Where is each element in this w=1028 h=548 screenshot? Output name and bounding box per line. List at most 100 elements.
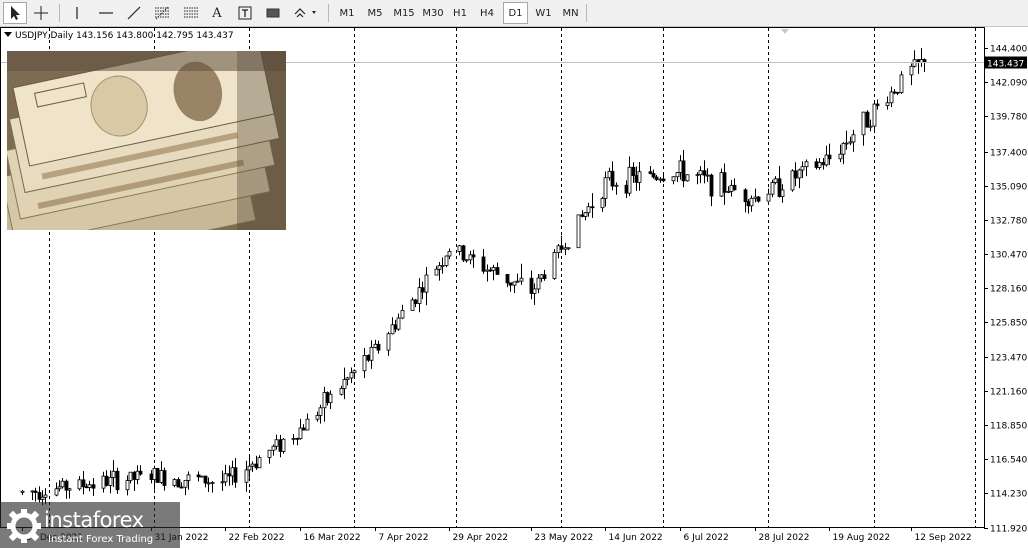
price-chart[interactable]: 144.400 142.090 139.780 137.400 135.090 132.7… [0, 27, 1028, 548]
candle-body [685, 174, 690, 182]
candle-body [892, 91, 897, 94]
date-tick-label: 14 Jun 2022 [609, 533, 663, 543]
candle-body [362, 355, 367, 372]
horizontal-line-icon[interactable] [94, 2, 118, 24]
timeframe-w1-button[interactable]: W1 [531, 2, 556, 24]
candle-body [488, 269, 493, 272]
candle-body [298, 427, 303, 440]
price-tick-label: 128.160 [990, 285, 1027, 295]
candle-body [43, 494, 48, 498]
date-tick-label: 12 Sep 2022 [915, 533, 972, 543]
candle-body [278, 439, 283, 452]
price-tick-label: 111.920 [990, 525, 1027, 535]
text-icon[interactable]: A [206, 2, 228, 24]
trendline-icon[interactable] [122, 2, 146, 24]
candle-body [695, 174, 700, 177]
candle-body [889, 91, 894, 104]
yen-banknotes-image [7, 51, 286, 230]
fibonacci-icon[interactable] [150, 2, 174, 24]
candle-body [84, 486, 89, 489]
candle-body [20, 490, 25, 493]
candle-body [508, 282, 513, 286]
candle-body [743, 189, 748, 203]
text-label-icon[interactable] [234, 2, 256, 24]
timeframe-d1-button[interactable]: D1 [503, 2, 528, 24]
timeframe-m15-button[interactable]: M15 [390, 2, 418, 24]
date-tick-label: 28 Jul 2022 [759, 533, 810, 543]
timeframe-h1-button[interactable]: H1 [448, 2, 472, 24]
candle-body [539, 274, 544, 279]
candle-body [223, 473, 228, 483]
candle-body [77, 479, 82, 490]
candle-body [271, 445, 276, 451]
price-tick-label: 135.090 [990, 183, 1027, 193]
channel-icon[interactable] [179, 2, 203, 24]
timeframe-h4-button[interactable]: H4 [475, 2, 499, 24]
chart-shift-marker-icon [781, 29, 789, 34]
candle-body [91, 484, 96, 489]
candle-body [349, 372, 354, 379]
candle-body [634, 175, 639, 183]
candle-body [152, 468, 157, 480]
timeframe-m5-button[interactable]: M5 [362, 2, 388, 24]
candle-body [386, 333, 391, 351]
candle-body [37, 492, 42, 500]
timeframe-mn-button[interactable]: MN [558, 2, 583, 24]
candle-body [658, 178, 663, 181]
instaforex-watermark: instaforex Instant Forex Trading [0, 502, 180, 548]
toolbar-separator [586, 4, 587, 22]
price-tick-label: 139.780 [990, 113, 1027, 123]
toolbar-separator [328, 4, 329, 22]
candle-body [376, 343, 381, 351]
rectangle-icon[interactable] [262, 2, 284, 24]
toolbar-separator [59, 4, 60, 22]
candle-body [149, 473, 154, 480]
collapse-triangle-icon[interactable] [4, 32, 12, 37]
candle-body [868, 125, 873, 128]
candle-body [705, 174, 710, 177]
vertical-line-icon[interactable] [65, 2, 89, 24]
candle-body [274, 439, 279, 447]
candle-body [322, 392, 327, 409]
candle-body [542, 274, 547, 279]
candle-body [678, 160, 683, 173]
price-tick-label: 123.470 [990, 354, 1027, 364]
candle-body [172, 479, 177, 486]
candle-body [485, 269, 490, 272]
candle-body [60, 480, 65, 488]
price-tick-label: 116.540 [990, 456, 1027, 466]
candle-body [515, 280, 520, 283]
price-tick-label: 118.850 [990, 422, 1027, 432]
candle-body [895, 91, 900, 94]
candle-body [281, 438, 286, 452]
candle-body [291, 437, 296, 440]
candle-body [821, 162, 826, 166]
candle-body [838, 153, 843, 160]
candle-body [848, 141, 853, 144]
candle-body [33, 490, 38, 493]
timeframe-m1-button[interactable]: M1 [334, 2, 360, 24]
candle-body [756, 196, 761, 202]
arrows-icon[interactable] [290, 2, 322, 24]
candle-body [790, 170, 795, 191]
candle-body [247, 465, 252, 471]
candle-body [563, 247, 568, 250]
candle-body [824, 154, 829, 166]
candle-body [729, 184, 734, 192]
candle-body [301, 427, 306, 431]
candle-body [203, 475, 208, 484]
timeframe-m30-button[interactable]: M30 [419, 2, 447, 24]
symbol-ohlc-text: USDJPY,Daily 143.156 143.800 142.795 143… [15, 31, 234, 41]
candle-body [54, 488, 59, 496]
crosshair-icon[interactable] [29, 2, 53, 24]
candle-body [440, 265, 445, 267]
candle-body [481, 256, 486, 272]
candle-body [698, 170, 703, 176]
candle-body [373, 343, 378, 348]
candle-body [909, 65, 914, 76]
candle-body [244, 469, 249, 483]
candle-body [366, 355, 371, 361]
candle-body [155, 468, 160, 483]
candle-body [186, 474, 191, 481]
cursor-icon[interactable] [3, 2, 27, 24]
